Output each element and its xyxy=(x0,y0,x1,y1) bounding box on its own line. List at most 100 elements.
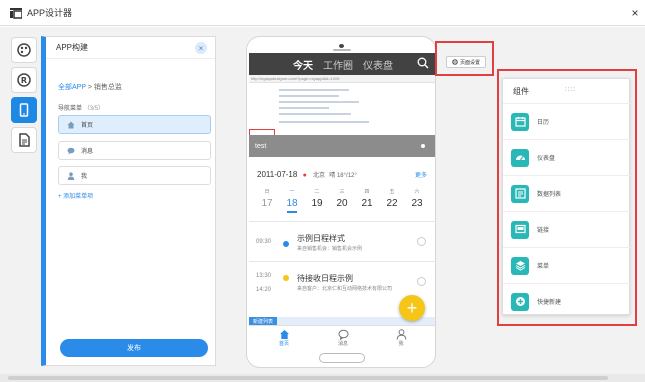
panel-close-icon[interactable]: × xyxy=(195,42,207,54)
screenshot-line xyxy=(279,121,369,123)
component-link[interactable]: 链接 xyxy=(503,211,631,247)
component-label: 数据列表 xyxy=(537,192,562,198)
component-quick-create[interactable]: 快捷新建 xyxy=(503,283,631,319)
user-icon xyxy=(386,328,416,340)
screenshot-line xyxy=(279,107,329,109)
weather: 晴 18°/12° xyxy=(329,173,357,179)
event-subtitle: 来自客户：北京仁和互动网络技术有限公司 xyxy=(297,286,393,292)
screenshot-line xyxy=(279,95,339,97)
divider xyxy=(249,221,435,222)
bottom-tab-home[interactable]: 首页 xyxy=(269,328,299,347)
chat-icon xyxy=(328,328,358,340)
banner-text: test xyxy=(255,142,267,150)
add-nav-item-link[interactable]: + 添加菜单项 xyxy=(58,191,93,200)
banner-indicator xyxy=(421,144,425,148)
plus-circle-icon xyxy=(511,292,529,311)
title-bar: APP设计器 × xyxy=(0,0,645,26)
tab-dashboard[interactable]: 仪表盘 xyxy=(363,57,393,72)
components-title: 组件 xyxy=(513,87,529,96)
screenshot-line xyxy=(279,101,359,103)
event-check-icon[interactable] xyxy=(417,237,426,246)
nav-menu-label: 导航菜单 xyxy=(58,106,83,112)
home-icon xyxy=(269,328,299,340)
component-data-list[interactable]: 数据列表 xyxy=(503,175,631,211)
list-icon xyxy=(511,184,529,203)
screenshot-line xyxy=(279,113,351,115)
bottom-tab-label: 消息 xyxy=(337,341,348,347)
component-label: 菜单 xyxy=(537,264,550,270)
nav-menu-header: 导航菜单 （3/5） xyxy=(58,103,104,112)
page-settings-button[interactable]: 页面设置 xyxy=(446,56,486,68)
chat-icon xyxy=(67,147,75,155)
tab-work-circle[interactable]: 工作圈 xyxy=(323,57,353,72)
week-day[interactable]: 五 22 xyxy=(382,188,402,209)
breadcrumb: 全部APP > 销售总监 xyxy=(58,82,122,92)
bottom-tab-bar: 首页 消息 我 xyxy=(249,325,435,349)
bottom-tab-messages[interactable]: 消息 xyxy=(328,328,358,347)
scrollbar-thumb[interactable] xyxy=(8,376,608,380)
page-settings-label: 页面设置 xyxy=(459,59,480,66)
event-dot xyxy=(283,275,289,281)
week-day-today[interactable]: 一 18 xyxy=(282,188,302,213)
bottom-tab-me[interactable]: 我 xyxy=(386,328,416,347)
nav-item-label: 我 xyxy=(81,174,88,180)
close-icon[interactable]: × xyxy=(625,0,645,26)
week-day[interactable]: 日 17 xyxy=(257,188,277,209)
event-time: 13:30 xyxy=(256,273,272,279)
monitor-icon xyxy=(511,220,529,239)
component-label: 快捷新建 xyxy=(537,300,562,306)
event-check-icon[interactable] xyxy=(417,277,426,286)
component-menu[interactable]: 菜单 xyxy=(503,247,631,283)
event-end-time: 14:20 xyxy=(256,287,272,293)
horizontal-scrollbar[interactable] xyxy=(0,374,645,382)
document-icon[interactable] xyxy=(11,127,37,153)
week-day[interactable]: 二 19 xyxy=(307,188,327,209)
bottom-tab-label: 我 xyxy=(398,341,404,347)
breadcrumb-root-link[interactable]: 全部APP xyxy=(58,84,86,91)
location-pin-icon: ● xyxy=(302,172,307,179)
date-line: 2011-07-18 ● 北京 晴 18°/12° 更多 xyxy=(257,170,429,179)
event-dot xyxy=(283,241,289,247)
banner[interactable]: test xyxy=(249,135,435,157)
component-dashboard[interactable]: 仪表盘 xyxy=(503,139,631,175)
nav-item-label: 首页 xyxy=(81,123,94,129)
gauge-icon xyxy=(511,148,529,167)
nav-item-me[interactable]: 我 xyxy=(58,166,211,185)
nav-item-home[interactable]: 首页 xyxy=(58,115,211,134)
week-day[interactable]: 四 21 xyxy=(357,188,377,209)
nav-item-messages[interactable]: 消息 xyxy=(58,141,211,160)
phone-home-button xyxy=(319,353,365,363)
phone-preview: 今天 工作圈 仪表盘 http://ngappdesigner.com/?pag… xyxy=(246,36,436,368)
component-calendar[interactable]: 日历 xyxy=(503,103,631,139)
user-icon xyxy=(67,171,75,180)
layers-icon xyxy=(511,256,529,275)
component-label: 日历 xyxy=(537,120,550,126)
embedded-url: http://ngappdesigner.com/?page=myapp&id=… xyxy=(249,75,435,83)
window-title: APP设计器 xyxy=(27,8,73,18)
phone-camera xyxy=(339,44,344,48)
search-icon[interactable] xyxy=(417,57,429,71)
screenshot-line xyxy=(279,89,349,91)
page-settings-highlight: 页面设置 xyxy=(435,41,494,76)
components-panel: 组件 :::: 日历 仪表盘 数据列表 链接 菜单 快捷新建 xyxy=(502,78,631,315)
add-fab-button[interactable]: + xyxy=(399,295,425,321)
drag-handle-icon[interactable]: :::: xyxy=(565,87,576,93)
component-label: 仪表盘 xyxy=(537,156,556,162)
mobile-icon[interactable] xyxy=(11,97,37,123)
week-day[interactable]: 三 20 xyxy=(332,188,352,209)
nav-item-label: 消息 xyxy=(81,149,94,155)
app-build-panel: APP构建 × 全部APP > 销售总监 导航菜单 （3/5） 首页 消息 我 … xyxy=(41,36,216,366)
week-strip: 日 17 一 18 二 19 三 20 四 21 五 22 六 23 xyxy=(255,188,431,218)
tab-today[interactable]: 今天 xyxy=(293,57,313,72)
registered-icon[interactable]: R xyxy=(11,67,37,93)
week-day[interactable]: 六 23 xyxy=(407,188,427,209)
app-header: 今天 工作圈 仪表盘 xyxy=(249,53,435,75)
palette-icon[interactable] xyxy=(11,37,37,63)
publish-button[interactable]: 发布 xyxy=(60,339,208,357)
home-icon xyxy=(67,121,75,129)
breadcrumb-current: 销售总监 xyxy=(93,84,122,91)
more-link[interactable]: 更多 xyxy=(415,170,427,179)
component-label: 链接 xyxy=(537,228,550,234)
phone-speaker xyxy=(333,49,351,51)
app-logo-icon xyxy=(10,7,22,19)
